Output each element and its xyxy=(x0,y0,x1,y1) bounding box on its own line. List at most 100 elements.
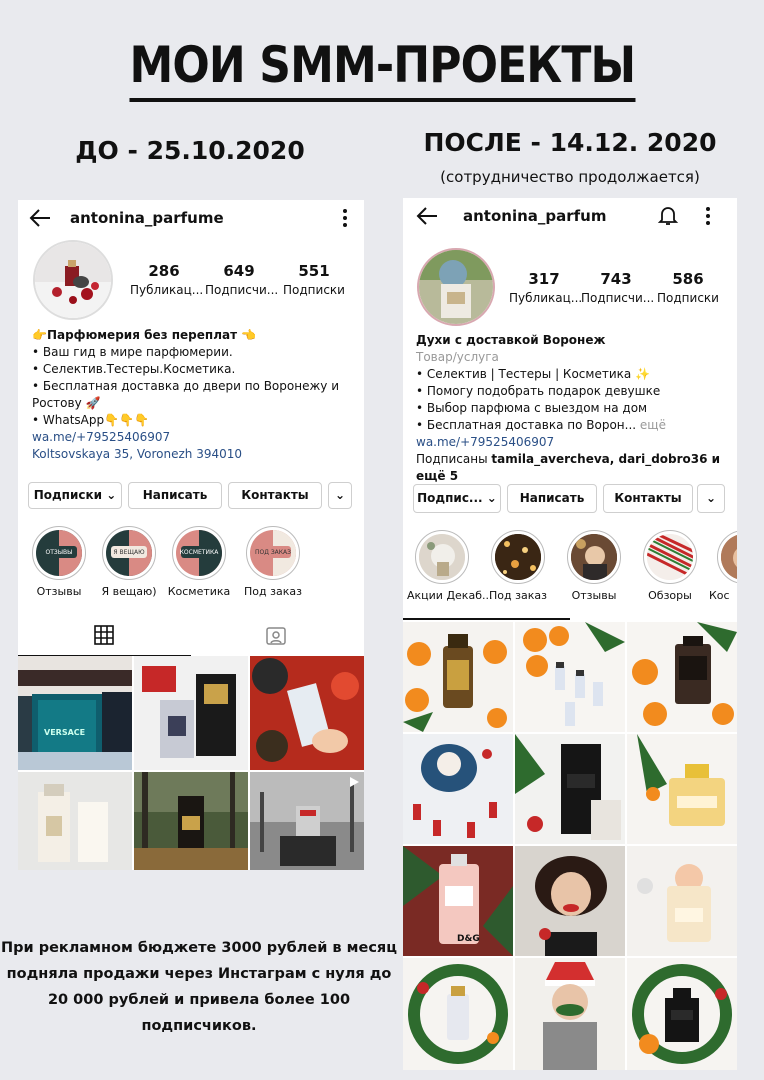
avatar-photo xyxy=(35,242,111,318)
stat-posts-label: Публикац... xyxy=(130,283,204,297)
stat-posts[interactable]: 286 Публикац... xyxy=(130,262,204,297)
following-button-label: Подпис... xyxy=(417,491,483,505)
story-cover-text: ОТЗЫВЫ xyxy=(45,549,73,556)
bio-line: • Бесплатная доставка до двери по Вороне… xyxy=(32,379,339,410)
post-thumbnail[interactable] xyxy=(515,958,625,1070)
stat-followers-count: 743 xyxy=(600,270,632,288)
stat-following-label: Подписки xyxy=(283,283,345,297)
profile-username: antonina_parfum xyxy=(463,207,607,225)
post-caption-text: D&G xyxy=(457,934,480,944)
stat-posts-count: 317 xyxy=(528,270,560,288)
followed-by-names: tamila_avercheva, dari_dobro36 xyxy=(491,452,708,466)
post-thumbnail[interactable] xyxy=(515,846,625,956)
grid-icon[interactable] xyxy=(94,625,114,645)
story-highlight[interactable]: ОТЗЫВЫ Отзывы xyxy=(26,526,92,598)
profile-username: antonina_parfume xyxy=(70,209,224,227)
post-thumbnail[interactable] xyxy=(627,622,737,732)
post-thumbnail[interactable] xyxy=(627,734,737,844)
chevron-down-icon: ⌄ xyxy=(106,488,117,502)
following-button[interactable]: Подписки ⌄ xyxy=(28,482,122,509)
profile-header: antonina_parfume xyxy=(18,200,364,236)
more-options-icon[interactable] xyxy=(705,206,711,226)
main-title: МОИ SMM-ПРОЕКТЫ xyxy=(0,36,764,102)
stat-following[interactable]: 551 Подписки xyxy=(280,262,348,297)
more-options-icon[interactable] xyxy=(342,208,348,228)
stat-followers-label: Подписчи... xyxy=(581,291,655,305)
post-thumbnail[interactable] xyxy=(250,656,364,770)
bio-line: • Селектив | Тестеры | Косметика ✨ xyxy=(416,367,650,381)
story-highlight[interactable]: Я ВЕЩАЮ Я вещаю) xyxy=(96,526,162,598)
followed-by[interactable]: Подписаны tamila_avercheva, dari_dobro36… xyxy=(416,451,732,485)
bio-line: • Селектив.Тестеры.Косметика. xyxy=(32,362,236,376)
stat-followers-label: Подписчи... xyxy=(205,283,279,297)
story-label: Под заказ xyxy=(244,585,302,598)
stat-followers-count: 649 xyxy=(223,262,255,280)
suggested-expand-button[interactable]: ⌄ xyxy=(328,482,352,509)
post-thumbnail[interactable] xyxy=(134,656,248,770)
after-heading: ПОСЛЕ - 14.12. 2020 xyxy=(423,128,717,157)
story-label: Я вещаю) xyxy=(101,585,157,598)
main-title-text: МОИ SMM-ПРОЕКТЫ xyxy=(129,36,636,102)
story-highlight[interactable]: Обзоры xyxy=(635,530,705,602)
stat-followers[interactable]: 743 Подписчи... xyxy=(581,270,655,305)
post-thumbnail[interactable] xyxy=(403,734,513,844)
bio-name: Духи с доставкой Воронеж xyxy=(416,333,606,347)
post-thumbnail[interactable]: D&G xyxy=(403,846,513,956)
suggested-expand-button[interactable]: ⌄ xyxy=(697,484,725,513)
post-thumbnail[interactable] xyxy=(515,734,625,844)
video-play-icon xyxy=(350,777,359,787)
story-cover-text: ПОД ЗАКАЗ xyxy=(255,549,291,556)
story-label: Отзывы xyxy=(571,589,617,602)
stat-followers[interactable]: 649 Подписчи... xyxy=(205,262,279,297)
post-caption-text: VERSACE xyxy=(44,728,86,737)
avatar[interactable] xyxy=(33,240,113,320)
story-highlight[interactable]: Отзывы xyxy=(559,530,629,602)
post-thumbnail[interactable] xyxy=(403,958,513,1070)
stat-following-count: 586 xyxy=(672,270,704,288)
story-highlight[interactable]: Акции Декаб... xyxy=(407,530,492,602)
message-button[interactable]: Написать xyxy=(128,482,222,509)
following-button[interactable]: Подпис... ⌄ xyxy=(413,484,501,513)
stat-posts[interactable]: 317 Публикац... xyxy=(509,270,583,305)
profile-tabs xyxy=(18,614,364,656)
results-caption: При рекламном бюджете 3000 рублей в меся… xyxy=(1,940,397,1034)
post-thumbnail[interactable] xyxy=(515,622,625,732)
post-thumbnail[interactable] xyxy=(18,772,132,870)
post-thumbnail[interactable]: VERSACE xyxy=(18,656,132,770)
story-highlight[interactable]: КОСМЕТИКА Косметика xyxy=(166,526,232,598)
story-highlight[interactable]: ПОД ЗАКАЗ Под заказ xyxy=(240,526,306,598)
story-highlight[interactable]: Под заказ xyxy=(483,530,553,602)
post-thumbnail[interactable] xyxy=(134,772,248,870)
back-arrow-icon[interactable] xyxy=(415,205,439,227)
bio-more-link[interactable]: ещё xyxy=(640,418,666,432)
bio-link[interactable]: wa.me/+79525406907 xyxy=(32,429,354,446)
message-button[interactable]: Написать xyxy=(507,484,597,513)
story-label: Косметика xyxy=(167,585,231,598)
stat-following-label: Подписки xyxy=(657,291,719,305)
tagged-icon[interactable] xyxy=(266,625,286,645)
bio-category: Товар/услуга xyxy=(416,350,499,364)
avatar-photo xyxy=(419,250,493,324)
bio-address[interactable]: Koltsovskaya 35, Voronezh 394010 xyxy=(32,446,354,463)
notification-bell-icon[interactable] xyxy=(657,204,679,226)
before-profile-screenshot: antonina_parfume 286 Публикац... 649 Подпи… xyxy=(18,200,364,870)
avatar[interactable] xyxy=(417,248,495,326)
post-thumbnail[interactable] xyxy=(627,846,737,956)
story-label: Отзывы xyxy=(36,585,82,598)
bio-line: • Бесплатная доставка по Ворон... xyxy=(416,418,637,432)
contacts-button[interactable]: Контакты xyxy=(228,482,322,509)
stat-following[interactable]: 586 Подписки xyxy=(655,270,721,305)
stat-posts-label: Публикац... xyxy=(509,291,583,305)
before-heading: ДО - 25.10.2020 xyxy=(75,136,305,165)
contacts-button[interactable]: Контакты xyxy=(603,484,693,513)
stat-following-count: 551 xyxy=(298,262,330,280)
post-thumbnail[interactable] xyxy=(403,622,513,732)
post-thumbnail[interactable] xyxy=(627,958,737,1070)
stat-posts-count: 286 xyxy=(148,262,180,280)
bio-link[interactable]: wa.me/+79525406907 xyxy=(416,434,732,451)
profile-header: antonina_parfum xyxy=(403,198,737,234)
story-highlight[interactable]: Кос xyxy=(709,530,737,602)
post-thumbnail[interactable] xyxy=(250,772,364,870)
back-arrow-icon[interactable] xyxy=(28,207,52,229)
profile-bio: 👉Парфюмерия без переплат 👈 • Ваш гид в м… xyxy=(32,327,354,463)
